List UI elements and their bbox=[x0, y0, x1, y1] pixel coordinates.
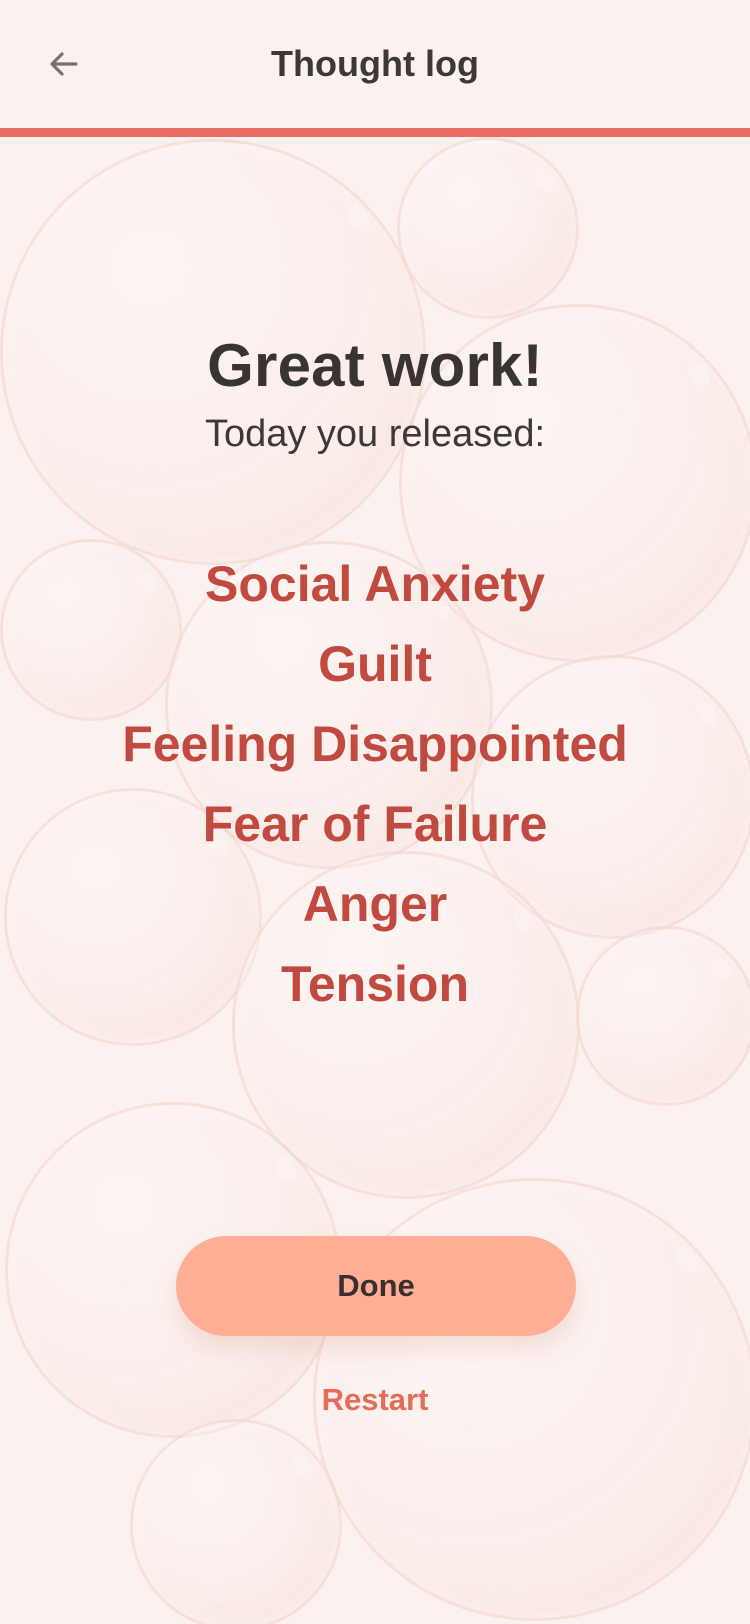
header-divider bbox=[0, 128, 750, 137]
released-subheading: Today you released: bbox=[204, 413, 546, 455]
released-feeling-item: Feeling Disappointed bbox=[122, 716, 628, 772]
released-feeling-item: Social Anxiety bbox=[205, 556, 545, 612]
released-feeling-item: Fear of Failure bbox=[202, 796, 548, 852]
done-button[interactable]: Done bbox=[176, 1236, 576, 1336]
page-title: Thought log bbox=[271, 43, 479, 84]
released-feeling-item: Anger bbox=[302, 876, 448, 932]
header-bar: Thought log bbox=[0, 0, 750, 128]
completion-screen: Great work! Today you released: Social A… bbox=[0, 0, 750, 1624]
completion-heading: Great work! bbox=[207, 332, 543, 399]
released-feeling-item: Guilt bbox=[318, 636, 432, 692]
released-feeling-item: Tension bbox=[281, 956, 469, 1012]
released-feelings-list: Social Anxiety Guilt Feeling Disappointe… bbox=[0, 544, 750, 1024]
restart-link[interactable]: Restart bbox=[0, 1380, 750, 1420]
